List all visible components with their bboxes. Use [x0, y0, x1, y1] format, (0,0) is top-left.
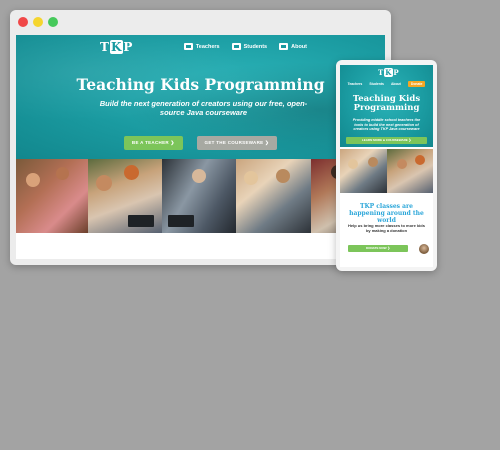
close-window-button[interactable]: [18, 17, 28, 27]
desktop-page: TKP Teachers Students About Teaching Kid…: [16, 35, 385, 259]
main-nav: Teachers Students About: [183, 43, 307, 50]
nav-item-teachers[interactable]: Teachers: [183, 43, 220, 50]
classroom-photo: [88, 159, 162, 233]
mobile-hero-subtitle: Providing middle school teachers the too…: [352, 118, 421, 132]
mobile-hero: TKP Teachers Students About Donate Teach…: [340, 65, 433, 147]
mobile-nav-teachers[interactable]: Teachers: [348, 82, 363, 86]
photo-strip: [16, 159, 385, 233]
mobile-device-mockup: TKP Teachers Students About Donate Teach…: [336, 60, 437, 271]
mobile-nav: Teachers Students About Donate: [340, 81, 433, 87]
minimize-window-button[interactable]: [33, 17, 43, 27]
be-a-teacher-button[interactable]: BE A TEACHER ❯: [123, 136, 183, 150]
classroom-photo: [162, 159, 236, 233]
classroom-photo: [236, 159, 311, 233]
mobile-hero-title: Teaching Kids Programming: [352, 94, 421, 114]
nav-item-students[interactable]: Students: [231, 43, 267, 50]
nav-item-about[interactable]: About: [279, 43, 307, 50]
donate-now-button[interactable]: DONATE NOW ❯: [348, 245, 408, 252]
mobile-nav-students[interactable]: Students: [369, 82, 384, 86]
mobile-section-text: Help us bring more classes to more kids …: [348, 223, 425, 233]
hero-buttons: BE A TEACHER ❯ GET THE COURSEWARE ❯: [16, 136, 385, 150]
mobile-section-title: TKP classes are happening around the wor…: [349, 203, 424, 225]
mobile-nav-donate[interactable]: Donate: [407, 81, 426, 87]
avatar: [418, 243, 430, 255]
mobile-page: TKP Teachers Students About Donate Teach…: [340, 65, 433, 267]
hero-title: Teaching Kids Programming: [76, 75, 325, 94]
window-controls: [18, 17, 58, 27]
student-icon: [231, 43, 241, 50]
mobile-nav-about[interactable]: About: [391, 82, 401, 86]
classroom-photo: [16, 159, 88, 233]
desktop-browser-mockup: TKP Teachers Students About Teaching Kid…: [10, 10, 391, 265]
classroom-photo: [340, 149, 387, 193]
content-below-fold: [16, 233, 385, 259]
tkp-logo[interactable]: TKP: [378, 68, 400, 77]
hero-subtitle: Build the next generation of creators us…: [99, 99, 308, 118]
about-icon: [279, 43, 289, 50]
classroom-photo: [387, 149, 433, 193]
hero-section: TKP Teachers Students About Teaching Kid…: [16, 35, 385, 159]
mobile-hero-button[interactable]: LEARN MORE & COURSEWARE ❯: [346, 137, 427, 144]
get-courseware-button[interactable]: GET THE COURSEWARE ❯: [196, 136, 278, 150]
tkp-logo[interactable]: TKP: [100, 40, 133, 54]
mobile-photo-strip: [340, 149, 433, 193]
teacher-icon: [183, 43, 193, 50]
zoom-window-button[interactable]: [48, 17, 58, 27]
